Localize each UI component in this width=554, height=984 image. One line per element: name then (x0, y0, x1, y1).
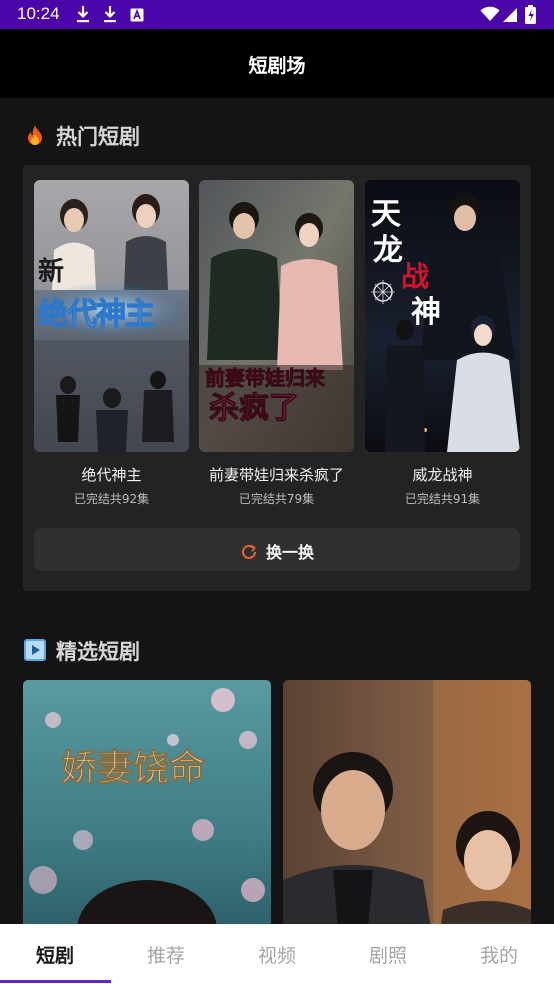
drama-poster[interactable]: 新 绝代神主 (34, 180, 189, 452)
svg-text:新: 新 (38, 256, 64, 287)
play-icon (24, 639, 46, 661)
svg-text:龙: 龙 (373, 233, 403, 268)
refresh-label: 换一换 (265, 543, 314, 562)
section-title: 精选短剧 (56, 640, 140, 664)
nav-tab-stills[interactable]: 剧照 (333, 924, 443, 984)
hot-dramas-card: 新 绝代神主 绝代神主 已完结共92集 前妻带娃归来 杀疯了 前妻带娃归来杀疯了… (23, 165, 531, 591)
drama-title[interactable]: 威龙战神 (365, 464, 520, 485)
page-title: 短剧场 (248, 55, 306, 77)
svg-text:杀疯了: 杀疯了 (209, 391, 299, 426)
section-title: 热门短剧 (56, 125, 140, 149)
download-icon (103, 5, 117, 27)
featured-poster-title: 娇妻饶命 (61, 747, 205, 789)
svg-text:绝代神主: 绝代神主 (38, 297, 154, 332)
nav-tab-recommend[interactable]: 推荐 (111, 924, 221, 984)
svg-text:神: 神 (411, 295, 441, 330)
status-bar: 10:24 (0, 0, 554, 29)
featured-drama-card[interactable]: 娇妻饶命 (23, 680, 271, 940)
refresh-icon (240, 543, 258, 565)
a-notification-icon (130, 7, 144, 26)
drama-card[interactable]: 天 龙 战 神 威龙战神 已完结共91集 (365, 180, 520, 507)
nav-tab-short-drama[interactable]: 短剧 (0, 924, 110, 984)
app-bar: 短剧场 (0, 29, 554, 98)
refresh-button[interactable]: 换一换 (34, 528, 520, 571)
nav-tab-video[interactable]: 视频 (222, 924, 332, 984)
battery-icon (525, 5, 536, 28)
nav-active-indicator (0, 980, 111, 983)
svg-text:天: 天 (371, 197, 401, 232)
bottom-navigation: 短剧 推荐 视频 剧照 我的 (0, 924, 554, 984)
drama-card[interactable]: 前妻带娃归来 杀疯了 前妻带娃归来杀疯了 已完结共79集 (199, 180, 354, 507)
drama-episode-info: 已完结共79集 (238, 492, 315, 506)
drama-title[interactable]: 前妻带娃归来杀疯了 (199, 464, 354, 485)
drama-poster[interactable]: 天 龙 战 神 (365, 180, 520, 452)
download-icon (76, 5, 90, 27)
svg-text:战: 战 (401, 260, 429, 293)
drama-episode-info: 已完结共92集 (73, 492, 150, 506)
svg-text:前妻带娃归来: 前妻带娃归来 (205, 366, 326, 390)
cellular-icon (503, 7, 517, 26)
wifi-icon (480, 6, 500, 26)
drama-episode-info: 已完结共91集 (404, 492, 481, 506)
drama-poster[interactable]: 前妻带娃归来 杀疯了 (199, 180, 354, 452)
drama-card[interactable]: 新 绝代神主 绝代神主 已完结共92集 (34, 180, 189, 507)
fire-icon (24, 124, 46, 146)
featured-drama-card[interactable] (283, 680, 531, 940)
nav-tab-mine[interactable]: 我的 (444, 924, 554, 984)
status-time: 10:24 (17, 4, 60, 23)
drama-title[interactable]: 绝代神主 (34, 464, 189, 485)
